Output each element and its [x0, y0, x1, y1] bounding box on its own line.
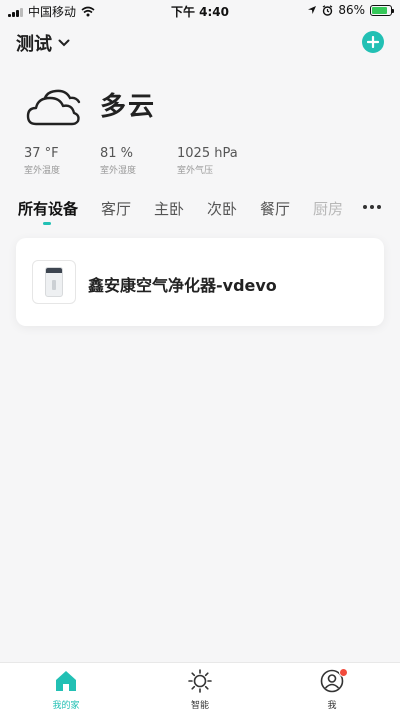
battery-percent: 86%: [338, 3, 365, 17]
bottom-nav: 我的家 智能 我: [0, 662, 400, 711]
nav-label: 我: [327, 701, 337, 711]
status-bar: 中国移动 下午 4:40 86%: [0, 0, 400, 22]
alarm-clock-icon: [322, 4, 333, 16]
nav-label: 智能: [190, 701, 209, 711]
home-selector[interactable]: 测试: [16, 30, 70, 56]
tab-kitchen[interactable]: 厨房: [313, 198, 343, 219]
tab-dining-room[interactable]: 餐厅: [260, 198, 290, 219]
nav-me[interactable]: 我: [292, 663, 372, 711]
add-device-button[interactable]: [362, 31, 384, 53]
device-name: 鑫安康空气净化器-vdevo: [88, 276, 277, 295]
sun-icon: [188, 669, 212, 693]
weather-condition: 多云: [100, 92, 157, 122]
tab-living-room[interactable]: 客厅: [101, 198, 131, 219]
more-tabs-button[interactable]: [363, 205, 381, 209]
nav-my-home[interactable]: 我的家: [26, 663, 106, 711]
tab-master-bedroom[interactable]: 主卧: [154, 198, 184, 219]
stat-value: 37 °F: [24, 146, 59, 161]
notification-badge: [339, 668, 348, 677]
device-card[interactable]: 鑫安康空气净化器-vdevo: [16, 238, 384, 326]
stat-label: 室外湿度: [100, 166, 137, 176]
home-icon: [56, 671, 76, 691]
tab-second-bedroom[interactable]: 次卧: [207, 198, 237, 219]
cloudy-weather-icon: [26, 89, 81, 126]
stat-label: 室外气压: [177, 166, 214, 176]
home-name: 测试: [16, 34, 52, 55]
location-arrow-icon: [308, 6, 317, 14]
status-right: 86%: [307, 3, 394, 17]
chevron-down-icon: [58, 39, 70, 47]
stat-value: 1025 hPa: [177, 146, 238, 161]
nav-smart[interactable]: 智能: [160, 663, 240, 711]
tab-all-devices[interactable]: 所有设备: [18, 198, 78, 219]
plus-icon: [367, 36, 379, 48]
outdoor-pressure: 1025 hPa 室外气压: [177, 146, 238, 176]
active-tab-indicator: [43, 222, 51, 225]
room-tabs: 所有设备 客厅 主卧 次卧 餐厅 厨房: [0, 198, 400, 232]
battery-icon: [370, 4, 394, 16]
outdoor-temperature: 37 °F 室外温度: [24, 146, 60, 176]
more-dots-icon: [363, 205, 367, 209]
air-purifier-icon: [45, 267, 63, 297]
nav-label: 我的家: [52, 701, 80, 711]
stat-value: 81 %: [100, 146, 134, 161]
device-thumbnail: [32, 260, 76, 304]
outdoor-humidity: 81 % 室外湿度: [100, 146, 136, 176]
stat-label: 室外温度: [24, 166, 61, 176]
